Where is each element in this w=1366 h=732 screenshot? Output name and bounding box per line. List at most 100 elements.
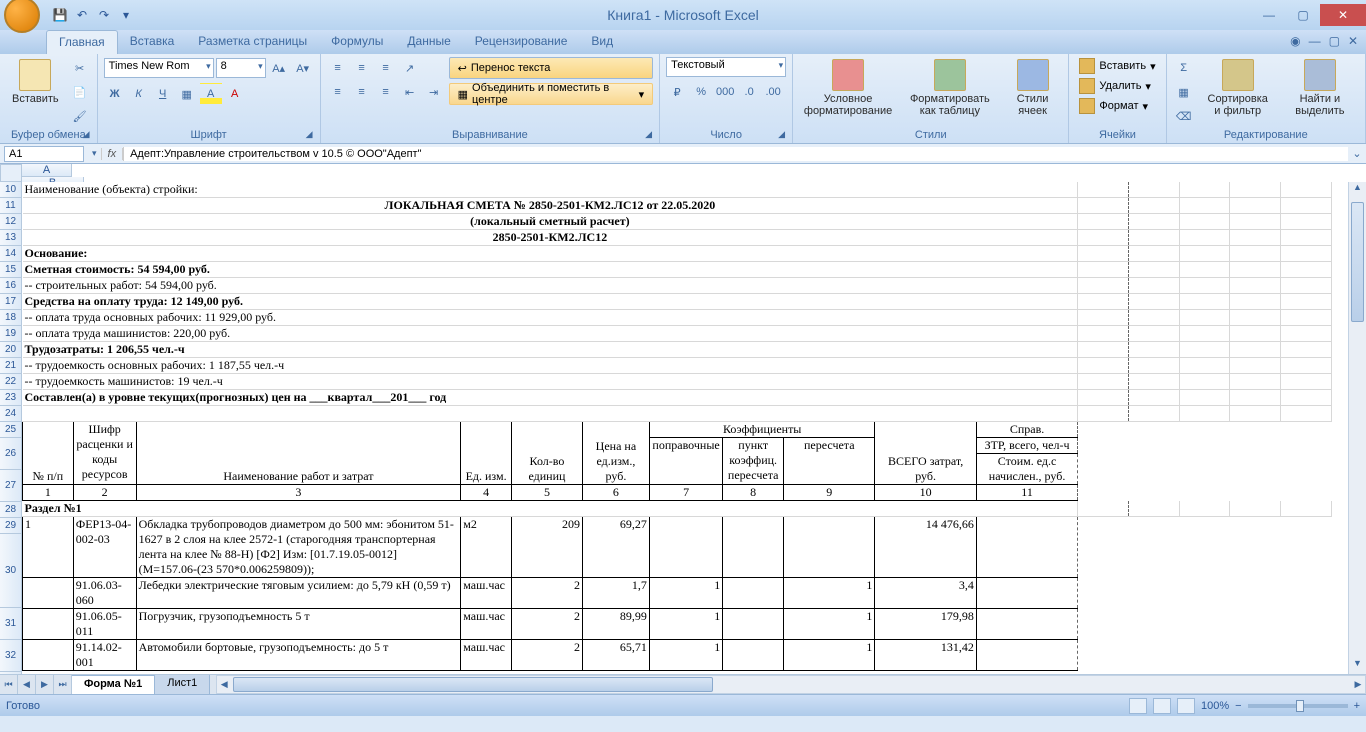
qat-customize-icon[interactable]: ▾ <box>116 5 136 25</box>
tab-review[interactable]: Рецензирование <box>463 30 580 54</box>
colnum[interactable]: 8 <box>723 485 784 501</box>
zoom-in-icon[interactable]: + <box>1354 700 1360 712</box>
zoom-slider[interactable] <box>1248 704 1348 708</box>
tab-page-layout[interactable]: Разметка страницы <box>186 30 319 54</box>
tab-home[interactable]: Главная <box>46 30 118 54</box>
scroll-right-icon[interactable]: ▶ <box>1351 676 1365 693</box>
delete-cells-button[interactable]: Удалить ▾ <box>1075 77 1159 95</box>
fill-color-icon[interactable]: A <box>200 83 222 105</box>
decrease-font-icon[interactable]: A▾ <box>292 57 314 79</box>
merge-center-button[interactable]: ▦Объединить и поместить в центре▾ <box>449 83 654 105</box>
row-header-10[interactable]: 10 <box>0 182 22 198</box>
clipboard-launcher-icon[interactable]: ◢ <box>83 129 95 141</box>
paste-button[interactable]: Вставить <box>6 57 65 107</box>
colnum[interactable]: 10 <box>875 485 976 501</box>
ribbon-minimize-icon[interactable]: — <box>1309 34 1321 50</box>
row-header-25[interactable]: 25 <box>0 422 22 438</box>
comma-icon[interactable]: 000 <box>714 81 736 103</box>
row-header-21[interactable]: 21 <box>0 358 22 374</box>
th-peres[interactable]: пересчета <box>784 438 875 485</box>
align-top-icon[interactable]: ≡ <box>327 57 349 79</box>
sheet-tab-1[interactable]: Лист1 <box>155 675 210 694</box>
cell[interactable]: Основание: <box>23 246 1078 262</box>
tab-view[interactable]: Вид <box>579 30 625 54</box>
formula-expand-icon[interactable]: ⌄ <box>1348 147 1366 160</box>
th-popr[interactable]: поправочные <box>649 438 722 485</box>
cell[interactable]: Обкладка трубопроводов диаметром до 500 … <box>136 517 461 578</box>
redo-icon[interactable]: ↷ <box>94 5 114 25</box>
cell[interactable]: 1 <box>649 578 722 609</box>
th-cena[interactable]: Цена на ед.изм., руб. <box>582 422 649 485</box>
cell[interactable] <box>723 578 784 609</box>
font-launcher-icon[interactable]: ◢ <box>306 129 318 141</box>
row-header-22[interactable]: 22 <box>0 374 22 390</box>
zoom-knob[interactable] <box>1296 700 1304 712</box>
zoom-out-icon[interactable]: − <box>1235 700 1241 712</box>
row-header-32[interactable]: 32 <box>0 640 22 672</box>
cell[interactable]: 1 <box>649 640 722 671</box>
row-header-18[interactable]: 18 <box>0 310 22 326</box>
row-header-23[interactable]: 23 <box>0 390 22 406</box>
cell[interactable]: 131,42 <box>875 640 976 671</box>
align-middle-icon[interactable]: ≡ <box>351 57 373 79</box>
cell[interactable]: 65,71 <box>582 640 649 671</box>
vertical-scrollbar[interactable]: ▲ ▼ <box>1348 182 1366 674</box>
name-box[interactable]: A1 <box>4 146 84 162</box>
row-header-28[interactable]: 28 <box>0 502 22 518</box>
colnum[interactable]: 1 <box>23 485 74 501</box>
row-header-12[interactable]: 12 <box>0 214 22 230</box>
font-color-icon[interactable]: A <box>224 83 246 105</box>
wrap-text-button[interactable]: ↩Перенос текста <box>449 57 654 79</box>
cell[interactable] <box>23 578 74 609</box>
conditional-formatting-button[interactable]: Условное форматирование <box>799 57 897 119</box>
colnum[interactable]: 9 <box>784 485 875 501</box>
th-sprav[interactable]: Справ. <box>976 422 1077 438</box>
row-header-17[interactable]: 17 <box>0 294 22 310</box>
increase-decimal-icon[interactable]: .0 <box>738 81 760 103</box>
clear-icon[interactable]: ⌫ <box>1173 105 1195 127</box>
cell[interactable] <box>976 640 1077 671</box>
tab-data[interactable]: Данные <box>395 30 462 54</box>
th-vsego[interactable]: ВСЕГО затрат, руб. <box>875 422 976 485</box>
cell[interactable]: 179,98 <box>875 609 976 640</box>
cell[interactable]: Погрузчик, грузоподъемность 5 т <box>136 609 461 640</box>
th-koef[interactable]: Коэффициенты <box>649 422 875 438</box>
save-icon[interactable]: 💾 <box>50 5 70 25</box>
cell[interactable]: 1 <box>784 609 875 640</box>
align-bottom-icon[interactable]: ≡ <box>375 57 397 79</box>
th-shifr[interactable]: Шифр расценки и коды ресурсов <box>73 422 136 485</box>
horizontal-scrollbar[interactable]: ◀ ▶ <box>216 675 1366 694</box>
bold-button[interactable]: Ж <box>104 83 126 105</box>
cell[interactable]: Лебедки электрические тяговым усилием: д… <box>136 578 461 609</box>
format-painter-icon[interactable]: 🖌 <box>69 105 91 127</box>
decrease-decimal-icon[interactable]: .00 <box>762 81 784 103</box>
colnum[interactable]: 2 <box>73 485 136 501</box>
th-ztr[interactable]: ЗТР, всего, чел-ч <box>976 438 1077 454</box>
tab-next-icon[interactable]: ▶ <box>36 675 54 694</box>
minimize-button[interactable]: — <box>1252 4 1286 26</box>
number-launcher-icon[interactable]: ◢ <box>778 129 790 141</box>
cell[interactable]: 3,4 <box>875 578 976 609</box>
select-all-corner[interactable] <box>0 164 22 182</box>
row-header-15[interactable]: 15 <box>0 262 22 278</box>
number-format-combo[interactable]: Текстовый <box>666 57 786 77</box>
th-kol[interactable]: Кол-во единиц <box>511 422 582 485</box>
format-as-table-button[interactable]: Форматировать как таблицу <box>901 57 999 119</box>
col-header-A[interactable]: A <box>22 164 72 177</box>
cell[interactable]: Средства на оплату труда: 12 149,00 руб. <box>23 294 1078 310</box>
decrease-indent-icon[interactable]: ⇤ <box>399 81 421 103</box>
orientation-icon[interactable]: ↗ <box>399 57 421 79</box>
colnum[interactable]: 3 <box>136 485 461 501</box>
row-header-29[interactable]: 29 <box>0 518 22 534</box>
find-select-button[interactable]: Найти и выделить <box>1281 57 1359 119</box>
cell[interactable]: -- трудоемкость машинистов: 19 чел.-ч <box>23 374 1078 390</box>
cell-styles-button[interactable]: Стили ячеек <box>1003 57 1063 119</box>
cell[interactable]: Автомобили бортовые, грузоподъемность: д… <box>136 640 461 671</box>
align-left-icon[interactable]: ≡ <box>327 81 349 103</box>
font-size-combo[interactable]: 8 <box>216 58 266 78</box>
tab-insert[interactable]: Вставка <box>118 30 187 54</box>
th-naim[interactable]: Наименование работ и затрат <box>136 422 461 485</box>
border-icon[interactable]: ▦ <box>176 83 198 105</box>
cell[interactable]: 1 <box>649 609 722 640</box>
ribbon-window-icon[interactable]: ▢ <box>1329 34 1340 50</box>
